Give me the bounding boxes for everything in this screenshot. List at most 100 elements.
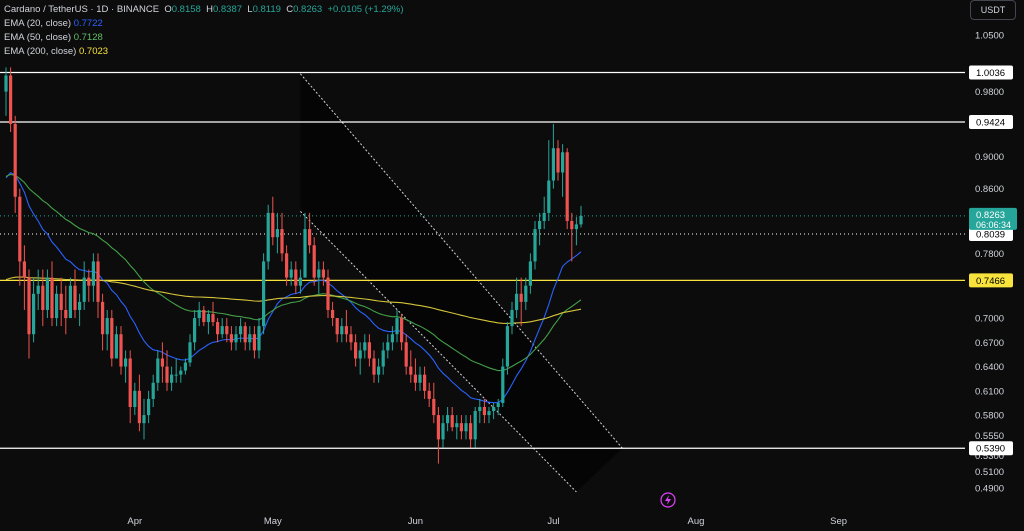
candle-body	[340, 326, 344, 335]
candle-body	[114, 334, 118, 359]
candle-body	[533, 229, 537, 262]
candle-body	[119, 334, 123, 367]
price-tick-label: 0.7800	[975, 249, 1004, 260]
time-tick-label: Apr	[127, 516, 142, 527]
price-tick-label: 0.6700	[975, 338, 1004, 349]
candle-body	[326, 277, 330, 310]
price-tick-label: 0.6100	[975, 386, 1004, 397]
price-tick-label: 0.5800	[975, 411, 1004, 422]
candle-body	[193, 318, 197, 343]
high-value: 0.8387	[212, 4, 243, 15]
candle-body	[206, 314, 210, 323]
candle-body	[142, 415, 146, 424]
candle-body	[574, 224, 578, 230]
indicator-ema20[interactable]: EMA (20, close) 0.7722	[4, 17, 404, 31]
candle-body	[335, 318, 339, 335]
open-value: 0.8158	[171, 4, 201, 15]
candle-body	[561, 152, 565, 173]
candle-body	[524, 285, 528, 302]
candle-body	[234, 334, 238, 343]
candle-body	[441, 423, 445, 440]
replay-icon[interactable]	[660, 492, 676, 508]
candle-body	[262, 261, 266, 327]
price-tick-label: 0.9000	[975, 152, 1004, 163]
time-tick-label: Sep	[830, 516, 847, 527]
indicator-ema50[interactable]: EMA (50, close) 0.7128	[4, 31, 404, 45]
candle-body	[252, 334, 256, 351]
candle-body	[418, 374, 422, 383]
indicator-ema200[interactable]: EMA (200, close) 0.7023	[4, 45, 404, 59]
price-tick-label: 0.5100	[975, 467, 1004, 478]
level-tag-label: 0.7466	[976, 276, 1005, 287]
candle-body	[59, 293, 63, 310]
candle-body	[455, 423, 459, 428]
candle-body	[211, 314, 215, 323]
indicator-value: 0.7023	[78, 46, 109, 57]
candle-body	[285, 253, 289, 278]
candle-body	[551, 148, 555, 181]
candle-body	[570, 221, 574, 230]
candle-body	[160, 358, 164, 367]
candle-body	[349, 334, 353, 343]
candle-body	[22, 261, 26, 278]
candle-body	[55, 293, 59, 319]
candle-body	[413, 374, 417, 383]
candle-body	[147, 398, 151, 416]
price-tick-label: 0.7000	[975, 314, 1004, 325]
candle-body	[390, 334, 394, 343]
candle-body	[294, 269, 298, 286]
candle-body	[515, 293, 519, 310]
time-tick-label: Jul	[547, 516, 559, 527]
price-tick-label: 0.6400	[975, 362, 1004, 373]
candle-body	[36, 285, 40, 294]
price-axis[interactable]: 1.0500 0.9800 0.9000 0.8600 0.7800 0.7000 0.67…	[975, 31, 1004, 495]
candle-body	[492, 407, 496, 412]
candle-body	[41, 285, 45, 310]
price-tick-label: 0.4900	[975, 483, 1004, 494]
level-tag-label: 1.0036	[976, 68, 1005, 79]
candle-body	[331, 309, 335, 319]
time-axis[interactable]: Apr May Jun Jul Aug Sep	[127, 516, 847, 527]
candle-body	[367, 342, 371, 359]
candle-body	[216, 322, 220, 335]
price-chart[interactable]: 1.0500 0.9800 0.9000 0.8600 0.7800 0.7000 0.67…	[0, 0, 1024, 531]
candle-body	[579, 215, 583, 225]
candle-body	[528, 261, 532, 286]
indicator-label: EMA (20, close)	[4, 18, 72, 29]
candle-body	[202, 309, 206, 323]
candle-body	[565, 152, 569, 222]
candle-body	[358, 350, 362, 359]
candle-body	[432, 398, 436, 416]
candle-body	[482, 407, 486, 416]
candle-body	[469, 423, 473, 440]
candle-body	[4, 75, 8, 92]
candle-body	[298, 277, 302, 286]
candle-body	[547, 180, 551, 213]
candle-body	[266, 212, 270, 262]
candle-body	[386, 342, 390, 351]
symbol-title: Cardano / TetherUS · 1D · BINANCE	[4, 4, 160, 15]
open-label: O	[164, 4, 172, 15]
candle-body	[308, 229, 312, 246]
candle-body	[105, 318, 109, 335]
indicator-value: 0.7128	[73, 32, 103, 43]
candle-body	[538, 221, 542, 230]
low-value: 0.8119	[252, 4, 281, 15]
candle-body	[32, 293, 36, 335]
price-tick-label: 1.0500	[975, 31, 1004, 42]
candle-body	[170, 374, 174, 383]
candle-body	[377, 366, 381, 375]
candle-body	[73, 285, 77, 310]
candle-body	[275, 229, 279, 238]
candle-body	[312, 245, 316, 278]
level-tag-label: 0.9424	[976, 118, 1005, 129]
candle-body	[556, 148, 560, 173]
price-tick-label: 0.8600	[975, 184, 1004, 195]
currency-button[interactable]: USDT	[970, 0, 1016, 20]
candle-body	[128, 358, 132, 408]
candle-body	[78, 301, 82, 310]
price-tick-label: 0.5550	[975, 431, 1004, 442]
indicator-label: EMA (50, close)	[4, 32, 72, 43]
time-tick-label: Aug	[688, 516, 705, 527]
candle-body	[27, 277, 31, 335]
